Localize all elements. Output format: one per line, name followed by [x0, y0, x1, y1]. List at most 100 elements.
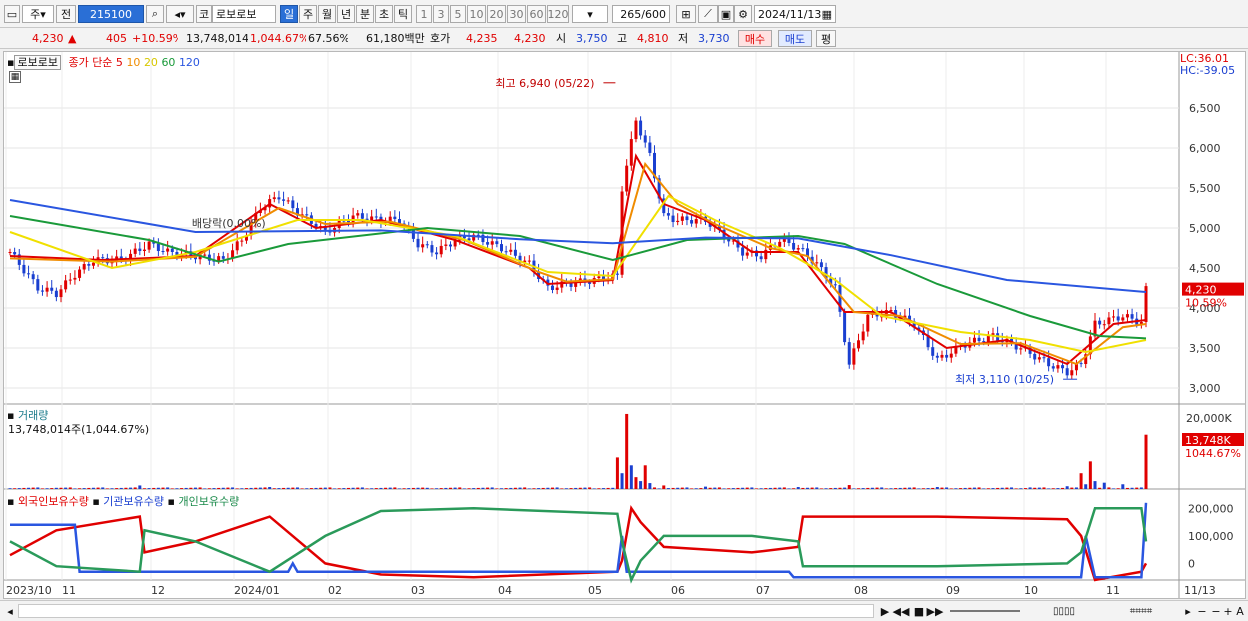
tool-crosshair-icon[interactable]: ⊞ [676, 5, 696, 23]
tool-icons[interactable]: ⌗⌗⌗⌗ [1106, 603, 1176, 619]
volume-bar [504, 488, 508, 489]
volume-bar [555, 487, 559, 489]
eval-button[interactable]: 평 [816, 30, 836, 47]
forward-icon[interactable]: ▶▶ [927, 603, 944, 619]
volume-bar [346, 487, 350, 489]
zoom-in-icon[interactable]: + [1222, 603, 1234, 619]
calendar-icon[interactable]: ▦ [822, 8, 832, 21]
volume-bar [653, 487, 657, 489]
scroll-right-icon[interactable]: ▸ [1182, 603, 1194, 619]
tab-interval-4[interactable]: 20 [487, 5, 506, 23]
gear-icon[interactable]: ⚙ [734, 5, 752, 23]
volume-bar [592, 488, 596, 489]
candle-body [690, 220, 694, 224]
count-field[interactable]: 265/600 [612, 5, 670, 23]
scrollbar-track[interactable] [18, 604, 874, 618]
zoom-out-2-icon[interactable]: − [1210, 603, 1222, 619]
tab-interval-5[interactable]: 30 [507, 5, 526, 23]
chart-canvas[interactable]: 3,0003,5004,0004,5005,0005,5006,0006,500… [4, 52, 1245, 598]
buy-button[interactable]: 매수 [738, 30, 772, 47]
tab-period-2[interactable]: 월 [318, 5, 336, 23]
interval-dropdown[interactable]: ▾ [572, 5, 608, 23]
tab-interval-0[interactable]: 1 [416, 5, 432, 23]
code-input[interactable]: 215100 [78, 5, 144, 23]
dividend-annotation: 배당락(0.00%) [192, 217, 266, 230]
tab-interval-2[interactable]: 5 [450, 5, 466, 23]
tab-period-0[interactable]: 일 [280, 5, 298, 23]
candle-body [13, 252, 17, 255]
tab-period-1[interactable]: 주 [299, 5, 317, 23]
holdings-tick-label: 100,000 [1188, 530, 1234, 543]
candle-body [430, 245, 434, 253]
table-icon[interactable]: ▦ [9, 71, 21, 83]
candle-body [843, 311, 847, 343]
rewind-icon[interactable]: ◀◀ [893, 603, 910, 619]
candle-body [166, 248, 170, 252]
volume-bar [78, 488, 82, 489]
y-tick-label: 3,500 [1189, 342, 1221, 355]
volume-bar [778, 487, 782, 489]
volume-bar [444, 487, 448, 489]
candle-body [490, 241, 494, 245]
tab-period-4[interactable]: 분 [356, 5, 374, 23]
volume-bar [996, 487, 1000, 489]
volume-bar [254, 487, 258, 489]
chart-area[interactable]: 3,000 3,500 4,000 4,500 5,000 5,500 6,000 6,500… [3, 51, 1246, 599]
x-tick-label: 10 [1024, 584, 1038, 597]
text-size-icon[interactable]: A [1234, 603, 1246, 619]
save-icon[interactable]: ▣ [718, 5, 734, 23]
search-icon[interactable]: ⌕ [146, 5, 164, 23]
bid2: 4,230 [514, 32, 546, 45]
candle-body [615, 273, 619, 275]
legend-foreign: 외국인보유수량 [17, 495, 89, 508]
count-max: /600 [641, 7, 666, 21]
tab-interval-1[interactable]: 3 [433, 5, 449, 23]
stop-icon[interactable]: ■ [912, 603, 926, 619]
candle-body [421, 244, 425, 248]
period-select[interactable]: 주 ▾ [22, 5, 54, 23]
candle-body [486, 242, 490, 245]
quote-bar: 4,230 ▲ 405 +10.59% 13,748,014 1,044.67%… [0, 28, 1248, 49]
tab-period-3[interactable]: 년 [337, 5, 355, 23]
stock-title[interactable]: 로보로보 [14, 55, 61, 70]
layout-icons[interactable]: ▯▯▯▯ [1024, 603, 1104, 619]
candle-body [796, 248, 800, 250]
volume-bar [986, 488, 990, 489]
tab-interval-6[interactable]: 60 [527, 5, 546, 23]
volume-bar [648, 483, 652, 489]
tab-period-5[interactable]: 초 [375, 5, 393, 23]
scroll-left-icon[interactable]: ◂ [4, 603, 16, 619]
sell-button[interactable]: 매도 [778, 30, 812, 47]
tab-interval-3[interactable]: 10 [467, 5, 486, 23]
layout-icon[interactable]: ▭ [4, 5, 20, 23]
tab-interval-7[interactable]: 120 [547, 5, 569, 23]
legend-marker-icon: ▪ [7, 495, 15, 508]
legend-marker-icon: ▪ [167, 495, 175, 508]
candle-body [305, 214, 309, 216]
candle-body [91, 262, 95, 266]
volume-bar [945, 487, 949, 489]
up-arrow-icon: ▲ [68, 32, 77, 45]
zoom-slider[interactable] [950, 610, 1020, 612]
tab-period-6[interactable]: 틱 [394, 5, 412, 23]
volume-bar [430, 488, 434, 489]
play-icon[interactable]: ▶ [878, 603, 892, 619]
volume-bar [690, 488, 694, 489]
volume-bar [291, 487, 295, 489]
prev-button[interactable]: 전 [56, 5, 76, 23]
volume-bar [272, 488, 276, 489]
volume-bar [935, 487, 939, 489]
zoom-out-icon[interactable]: − [1196, 603, 1208, 619]
candle-body [866, 314, 870, 332]
candle-body [643, 135, 647, 143]
bid1: 4,235 [466, 32, 498, 45]
x-tick-label: 04 [498, 584, 512, 597]
tool-draw-icon[interactable]: ⟋ [698, 5, 718, 23]
volume-bar [764, 488, 768, 489]
market-badge[interactable]: 코 [196, 5, 212, 23]
date-field[interactable]: 2024/11/13 ▦ [754, 5, 836, 23]
volume-bar [453, 487, 457, 489]
y-tick-label: 3,000 [1189, 382, 1221, 395]
volume-bar [407, 488, 411, 489]
sound-icon[interactable]: ◂▾ [166, 5, 194, 23]
